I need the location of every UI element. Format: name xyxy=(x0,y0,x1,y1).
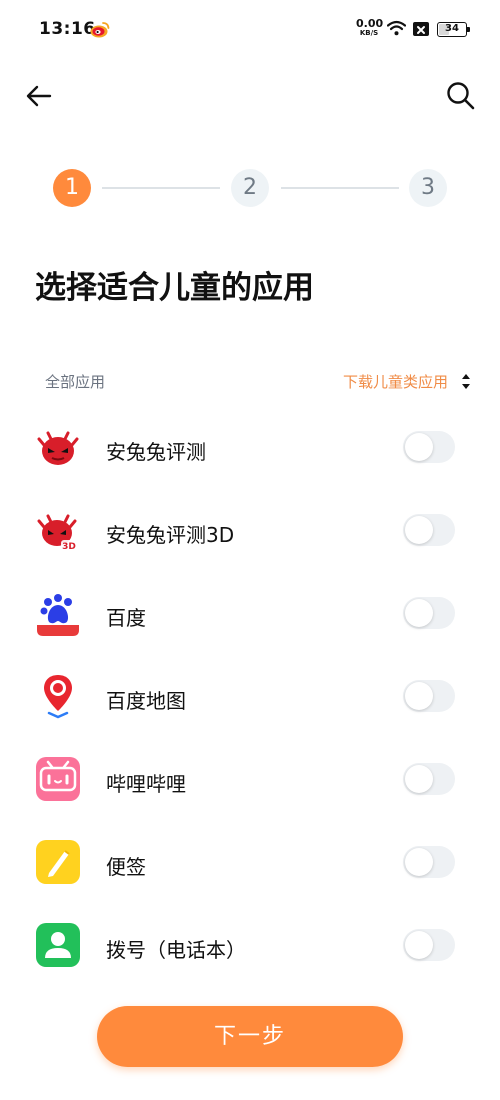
toggle-knob xyxy=(405,765,433,793)
next-button[interactable]: 下一步 xyxy=(97,1006,403,1067)
net-speed-value: 0.00 xyxy=(356,17,384,30)
toggle-bilibili[interactable] xyxy=(403,763,455,795)
app-row-antutu-3d: 3D 安兔兔评测3D xyxy=(0,499,500,563)
battery-icon: 34 xyxy=(437,22,467,37)
back-button[interactable] xyxy=(22,80,56,112)
contacts-icon xyxy=(36,923,80,967)
svg-text:3D: 3D xyxy=(62,542,76,552)
toggle-knob xyxy=(405,599,433,627)
net-speed: 0.00 KB/S xyxy=(356,17,384,37)
antutu-icon xyxy=(37,431,79,465)
app-row-antutu: 安兔兔评测 xyxy=(0,416,500,480)
sort-icon xyxy=(462,374,470,389)
app-name: 便签 xyxy=(106,855,146,879)
app-name: 拨号（电话本） xyxy=(106,938,246,962)
status-bar: 13:16 0.00 KB/S 34 xyxy=(0,0,500,60)
app-row-baidu-map: 百度地图 xyxy=(0,665,500,729)
step-1: 1 xyxy=(53,169,91,207)
battery-tip xyxy=(467,27,470,32)
close-box-icon xyxy=(413,22,429,36)
page-title: 选择适合儿童的应用 xyxy=(35,270,314,306)
antutu-3d-icon: 3D xyxy=(37,514,77,552)
search-icon xyxy=(447,82,475,110)
toggle-notes[interactable] xyxy=(403,846,455,878)
app-row-contacts: 拨号（电话本） xyxy=(0,914,500,978)
bilibili-icon xyxy=(36,757,80,801)
wifi-icon xyxy=(387,20,406,36)
app-row-baidu: 百度 xyxy=(0,582,500,646)
net-speed-unit: KB/S xyxy=(359,29,379,37)
toggle-knob xyxy=(405,931,433,959)
step-connector-1 xyxy=(102,187,220,189)
filter-dropdown-label: 下载儿童类应用 xyxy=(343,373,449,391)
search-button[interactable] xyxy=(444,79,478,113)
baidu-icon xyxy=(35,590,81,636)
step-3: 3 xyxy=(409,169,447,207)
app-name: 安兔兔评测3D xyxy=(106,523,235,547)
app-name: 哔哩哔哩 xyxy=(106,772,186,796)
app-name: 百度 xyxy=(106,606,146,630)
toggle-contacts[interactable] xyxy=(403,929,455,961)
toggle-baidu-map[interactable] xyxy=(403,680,455,712)
app-row-notes: 便签 xyxy=(0,831,500,895)
toggle-antutu-3d[interactable] xyxy=(403,514,455,546)
filter-dropdown[interactable]: 下载儿童类应用 xyxy=(343,368,472,400)
battery-level: 34 xyxy=(445,23,459,34)
toggle-knob xyxy=(405,433,433,461)
app-name: 百度地图 xyxy=(106,689,186,713)
toggle-knob xyxy=(405,848,433,876)
baidu-map-icon xyxy=(44,675,72,719)
notes-icon xyxy=(36,840,80,884)
app-row-bilibili: 哔哩哔哩 xyxy=(0,748,500,812)
status-time: 13:16 xyxy=(39,19,96,39)
toggle-knob xyxy=(405,516,433,544)
weibo-icon xyxy=(90,22,110,38)
step-2: 2 xyxy=(231,169,269,207)
app-name: 安兔兔评测 xyxy=(106,440,206,464)
arrow-left-icon xyxy=(26,85,52,107)
step-connector-2 xyxy=(281,187,399,189)
all-apps-label: 全部应用 xyxy=(45,373,106,391)
toggle-antutu[interactable] xyxy=(403,431,455,463)
toggle-baidu[interactable] xyxy=(403,597,455,629)
toggle-knob xyxy=(405,682,433,710)
